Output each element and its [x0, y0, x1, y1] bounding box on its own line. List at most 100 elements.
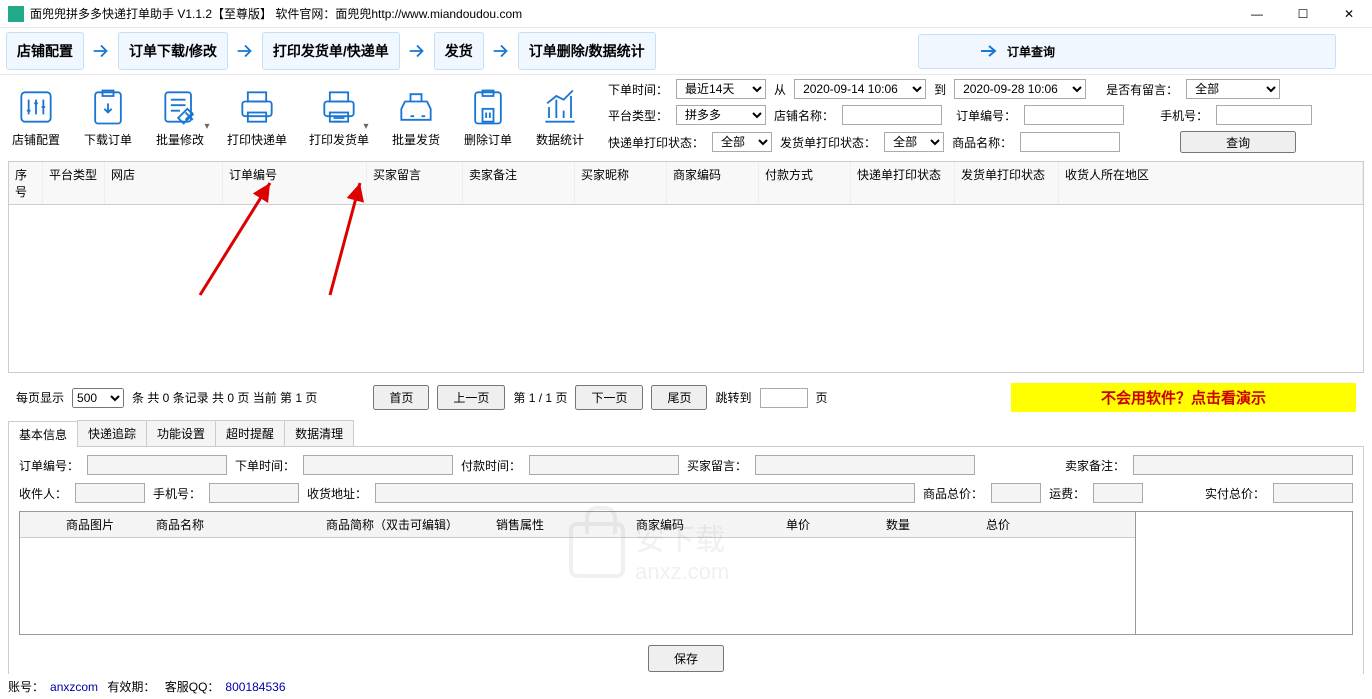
arrow-icon	[406, 40, 428, 62]
tab-express-track[interactable]: 快递追踪	[77, 420, 147, 446]
to-date[interactable]: 2020-09-28 10:06	[954, 79, 1086, 99]
tool-print-express[interactable]: 打印快递单	[218, 79, 296, 153]
tool-label: 下载订单	[84, 131, 132, 148]
query-button[interactable]: 查询	[1180, 131, 1296, 153]
col-region: 收货人所在地区	[1059, 162, 1363, 204]
info-paytime-label: 付款时间：	[461, 457, 521, 474]
goods-name-label: 商品名称：	[952, 134, 1012, 151]
last-page-button[interactable]: 尾页	[651, 385, 707, 410]
window-title: 面兜兜拼多多快递打单助手 V1.1.2【至尊版】 软件官网：面兜兜http://…	[30, 5, 1234, 22]
info-address[interactable]	[375, 483, 915, 503]
arrow-icon	[979, 44, 999, 58]
order-table-body[interactable]: 安下载anxz.com	[8, 205, 1364, 373]
info-paidtotal[interactable]	[1273, 483, 1353, 503]
phone-input[interactable]	[1216, 105, 1312, 125]
info-paidtotal-label: 实付总价：	[1205, 485, 1265, 502]
next-page-button[interactable]: 下一页	[575, 385, 643, 410]
app-icon	[8, 6, 24, 22]
titlebar: 面兜兜拼多多快递打单助手 V1.1.2【至尊版】 软件官网：面兜兜http://…	[0, 0, 1372, 28]
step-print[interactable]: 打印发货单/快递单	[262, 32, 400, 70]
step-order-query[interactable]: 订单查询	[918, 34, 1336, 69]
tool-stats[interactable]: 数据统计	[526, 79, 594, 153]
col-express-print: 快递单打印状态	[851, 162, 955, 204]
has-msg-select[interactable]: 全部	[1186, 79, 1280, 99]
goods-name-input[interactable]	[1020, 132, 1120, 152]
arrow-icon	[490, 40, 512, 62]
demo-link[interactable]: 不会用软件？点击看演示	[1011, 383, 1356, 412]
info-ordertime-label: 下单时间：	[235, 457, 295, 474]
info-phone-label: 手机号：	[153, 485, 201, 502]
from-label: 从	[774, 81, 786, 98]
order-no-input[interactable]	[1024, 105, 1124, 125]
info-paytime[interactable]	[529, 455, 679, 475]
info-freight-label: 运费：	[1049, 485, 1085, 502]
arrow-icon	[234, 40, 256, 62]
minimize-button[interactable]: —	[1234, 0, 1280, 28]
step-delete-stats[interactable]: 订单删除/数据统计	[518, 32, 656, 70]
tab-timeout[interactable]: 超时提醒	[215, 420, 285, 446]
col-shop: 网店	[105, 162, 223, 204]
tab-func-settings[interactable]: 功能设置	[146, 420, 216, 446]
info-goodstotal[interactable]	[991, 483, 1041, 503]
perpage-label: 每页显示	[16, 389, 64, 406]
shop-name-input[interactable]	[842, 105, 942, 125]
express-print-select[interactable]: 全部	[712, 132, 772, 152]
gcol-total: 总价	[980, 512, 1135, 537]
step-shop-config[interactable]: 店铺配置	[6, 32, 84, 70]
first-page-button[interactable]: 首页	[373, 385, 429, 410]
platform-select[interactable]: 拼多多	[676, 105, 766, 125]
perpage-select[interactable]: 500	[72, 388, 124, 408]
goods-table: 商品图片 商品名称 商品简称（双击可编辑） 销售属性 商家编码 单价 数量 总价	[19, 511, 1353, 635]
info-phone[interactable]	[209, 483, 299, 503]
gcol-qty: 数量	[880, 512, 980, 537]
tool-label: 店铺配置	[12, 131, 60, 148]
tool-label: 打印快递单	[227, 131, 287, 148]
info-freight[interactable]	[1093, 483, 1143, 503]
goods-body[interactable]	[20, 538, 1135, 634]
order-time-select[interactable]: 最近14天	[676, 79, 766, 99]
ship-print-label: 发货单打印状态：	[780, 134, 876, 151]
col-ship-print: 发货单打印状态	[955, 162, 1059, 204]
from-date[interactable]: 2020-09-14 10:06	[794, 79, 926, 99]
tool-shop-config[interactable]: 店铺配置	[2, 79, 70, 153]
tool-batch-edit[interactable]: 批量修改	[146, 79, 214, 153]
express-print-label: 快递单打印状态：	[608, 134, 704, 151]
status-expire-label: 有效期：	[107, 680, 155, 694]
tab-data-clean[interactable]: 数据清理	[284, 420, 354, 446]
tool-print-ship[interactable]: 打印发货单	[300, 79, 378, 153]
step-order-download[interactable]: 订单下载/修改	[118, 32, 228, 70]
tab-basic[interactable]: 基本信息	[8, 421, 78, 447]
goods-side	[1136, 512, 1352, 634]
info-buyermsg-label: 买家留言：	[687, 457, 747, 474]
shop-name-label: 店铺名称：	[774, 107, 834, 124]
maximize-button[interactable]: ☐	[1280, 0, 1326, 28]
page-info: 第 1 / 1 页	[513, 389, 567, 406]
ship-print-select[interactable]: 全部	[884, 132, 944, 152]
gcol-img: 商品图片	[60, 512, 150, 537]
tool-batch-ship[interactable]: 批量发货	[382, 79, 450, 153]
col-buyermsg: 买家留言	[367, 162, 463, 204]
close-button[interactable]: ✕	[1326, 0, 1372, 28]
to-label: 到	[934, 81, 946, 98]
info-sellernote[interactable]	[1133, 455, 1353, 475]
status-qq: 800184536	[225, 680, 285, 694]
save-button[interactable]: 保存	[648, 645, 724, 672]
tool-label: 删除订单	[464, 131, 512, 148]
jump-input[interactable]	[760, 388, 808, 408]
gcol-short: 商品简称（双击可编辑）	[320, 512, 490, 537]
tool-label: 数据统计	[536, 131, 584, 148]
tool-download-order[interactable]: 下载订单	[74, 79, 142, 153]
prev-page-button[interactable]: 上一页	[437, 385, 505, 410]
info-tabs: 基本信息 快递追踪 功能设置 超时提醒 数据清理	[8, 420, 1364, 447]
info-receiver[interactable]	[75, 483, 145, 503]
tool-delete-order[interactable]: 删除订单	[454, 79, 522, 153]
info-orderno[interactable]	[87, 455, 227, 475]
info-buyermsg[interactable]	[755, 455, 975, 475]
info-ordertime[interactable]	[303, 455, 453, 475]
col-platform: 平台类型	[43, 162, 105, 204]
step-ship[interactable]: 发货	[434, 32, 484, 70]
gcol-code: 商家编码	[630, 512, 780, 537]
info-panel: 订单编号： 下单时间： 付款时间： 买家留言： 卖家备注： 收件人： 手机号： …	[8, 447, 1364, 691]
gcol-attr: 销售属性	[490, 512, 630, 537]
status-account-label: 账号：	[8, 680, 44, 694]
